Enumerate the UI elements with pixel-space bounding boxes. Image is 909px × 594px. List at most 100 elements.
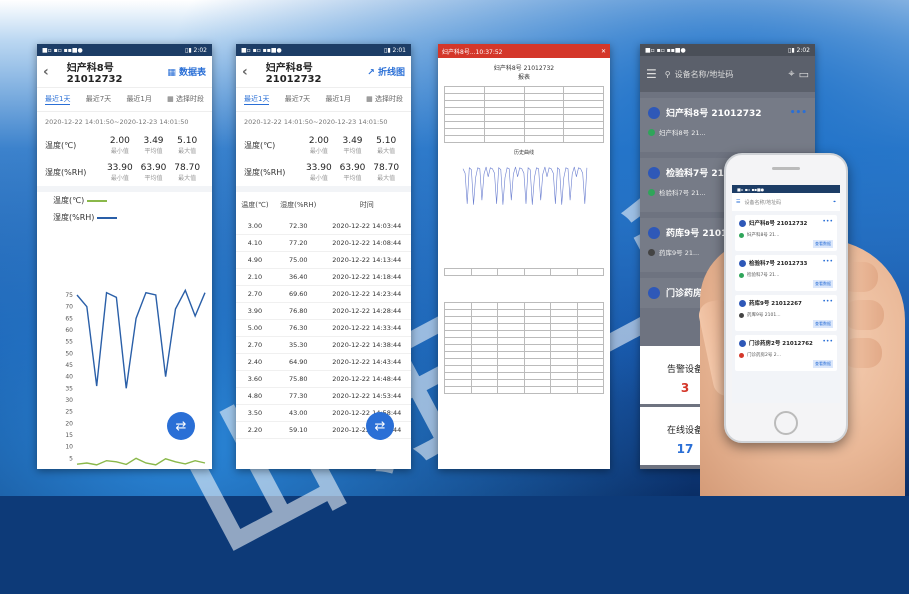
tab-1month[interactable]: 最近1月 [126,94,151,105]
tab-1day[interactable]: 最近1天 [45,94,71,105]
device-item[interactable]: 检验科7号 21012733 检验科7号 21... ••• 查看数据 [735,255,837,291]
cell-temp: 3.00 [236,218,274,235]
status-dot [739,352,744,358]
tab-1month[interactable]: 最近1月 [325,94,350,105]
tab-7day[interactable]: 最近7天 [285,94,310,105]
cell-temp: 3.60 [236,370,274,388]
more-icon[interactable]: ••• [790,108,807,118]
view-data-button[interactable]: 查看数据 [813,240,833,248]
folder-icon[interactable]: ▭ [799,68,809,81]
line-chart: 5101520253035404550556065707512-22 14:03… [65,288,206,466]
cell-temp: 2.10 [236,268,274,286]
page-title: 妇产科8号 21012732 [265,62,322,85]
cell-temp: 2.70 [236,336,274,354]
status-dot [648,128,655,136]
cell-time: 2020-12-22 14:03:44 [322,218,411,235]
value: 3.49 [143,136,164,146]
range-tabs: 最近1天 最近7天 最近1月 ▦ 选择时段 [37,88,212,112]
table-row: 3.00 72.30 2020-12-22 14:03:44 [236,218,411,235]
view-data-button[interactable]: 查看数据 [813,360,833,368]
value: 78.70 [174,163,201,173]
caption: 最小值 [110,148,129,155]
device-item[interactable]: 药库9号 21012267 药库9号 2101... ••• 查看数据 [735,295,837,331]
y-tick-label: 65 [65,315,73,322]
device-item[interactable]: 门诊药房2号 21012762 门诊药房2号 2... ••• 查看数据 [735,335,837,371]
line-chart-button[interactable]: ↗ 折线图 [367,65,405,78]
cell-temp: 4.80 [236,387,274,405]
caption: 最大值 [178,148,197,155]
more-icon[interactable]: ••• [822,338,833,345]
cell-hum: 76.80 [273,302,323,320]
table-row: 4.90 75.00 2020-12-22 14:13:44 [236,251,411,269]
cell-hum: 59.10 [273,421,323,439]
search-input[interactable]: 设备名称/地址码 [675,69,789,80]
col-time: 时间 [359,201,374,209]
stat-row-hum: 湿度(%RH) 33.90 最小值 63.90 平均值 78.70 最大值 [236,159,411,186]
col-hum: 湿度(%RH) [280,201,317,209]
table-row: 2.10 36.40 2020-12-22 14:18:44 [236,268,411,286]
more-icon[interactable]: ••• [822,218,833,225]
cell-temp: 3.50 [236,404,274,422]
view-data-button[interactable]: 查看数据 [813,320,833,328]
finger [844,300,884,330]
device-name: 门诊药房 [666,289,703,299]
fab-button[interactable]: ⇄ [167,412,195,440]
tab-7day[interactable]: 最近7天 [86,94,111,105]
action-label: 折线图 [377,68,405,78]
search-bar: ☰ ⚲ 设备名称/地址码 ⌖ ▭ [640,56,815,92]
device-item[interactable]: 妇产科8号 21012732 ••• 妇产科8号 21... [640,98,815,152]
caption: 平均值 [144,175,163,182]
tab-custom[interactable]: ▦ 选择时段 [366,94,403,105]
device-item[interactable]: 妇产科8号 21012732 妇产科8号 21... ••• 查看数据 [735,215,837,251]
data-table-button[interactable]: ▦ 数据表 [167,65,206,78]
legend-swatch [97,216,118,219]
series-line-1 [76,288,206,389]
iphone: ■▫ ▪▫ ▪▪■● ☰ 设备名称/地址码 ⌖ 妇产科8号 21012732 妇… [724,153,848,443]
value: 63.90 [339,163,366,173]
back-icon[interactable]: ‹ [242,64,248,80]
location-icon[interactable]: ⌖ [788,67,794,81]
fab-button[interactable]: ⇄ [366,412,394,440]
menu-icon[interactable]: ☰ [646,67,657,81]
cell-time: 2020-12-22 14:38:44 [322,336,411,354]
device-icon [739,219,746,227]
caption: 最小值 [309,148,328,155]
device-name: 妇产科8号 21012732 [666,109,762,119]
close-icon[interactable]: ✕ [601,48,606,55]
report-bar: 妇产科8号...10:37:52 ✕ [438,44,610,58]
more-icon[interactable]: ••• [822,258,833,265]
status-icons: ■▫ ▪▫ ▪▪■● [42,46,83,54]
home-button[interactable] [774,411,798,435]
table-row: 2.40 64.90 2020-12-22 14:43:44 [236,353,411,371]
y-tick-label: 15 [65,432,73,439]
search-icon: ⚲ [664,69,671,79]
more-icon[interactable]: ••• [822,298,833,305]
report-info-table [444,86,604,143]
back-icon[interactable]: ‹ [43,64,49,80]
y-tick-label: 75 [65,292,73,299]
value: 2.00 [308,136,329,146]
cell-hum: 64.90 [273,353,323,371]
col-temp: 温度(℃) [241,201,269,209]
data-table: 温度(℃) 湿度(%RH) 时间 3.00 72.30 2020-12-22 14:… [236,192,411,439]
cell-hum: 36.40 [273,268,323,286]
status-time: ▯▮ 2:02 [788,46,810,54]
status-bar: ■▫ ▪▫ ▪▪■● [732,185,840,193]
header: ‹ 妇产科8号 21012732 ↗ 折线图 [236,56,411,88]
cell-time: 2020-12-22 14:18:44 [322,268,411,286]
date-range: 2020-12-22 14:01:50~2020-12-23 14:01:50 [45,118,189,126]
view-data-button[interactable]: 查看数据 [813,280,833,288]
cell-time: 2020-12-22 14:08:44 [322,234,411,252]
tab-custom-label: 选择时段 [176,95,204,103]
stat-avg: 3.49 平均值 [137,136,171,155]
cell-temp: 2.70 [236,285,274,303]
cell-time: 2020-12-22 14:53:44 [322,387,411,405]
tab-custom[interactable]: ▦ 选择时段 [167,94,204,105]
location-icon[interactable]: ⌖ [833,199,836,205]
series-line-0 [76,457,206,466]
caption: 最大值 [377,148,396,155]
report-chart-title: 历史曲线 [513,150,534,156]
tab-1day[interactable]: 最近1天 [244,94,270,105]
search-input[interactable]: 设备名称/地址码 [744,199,833,206]
menu-icon[interactable]: ☰ [736,199,740,205]
